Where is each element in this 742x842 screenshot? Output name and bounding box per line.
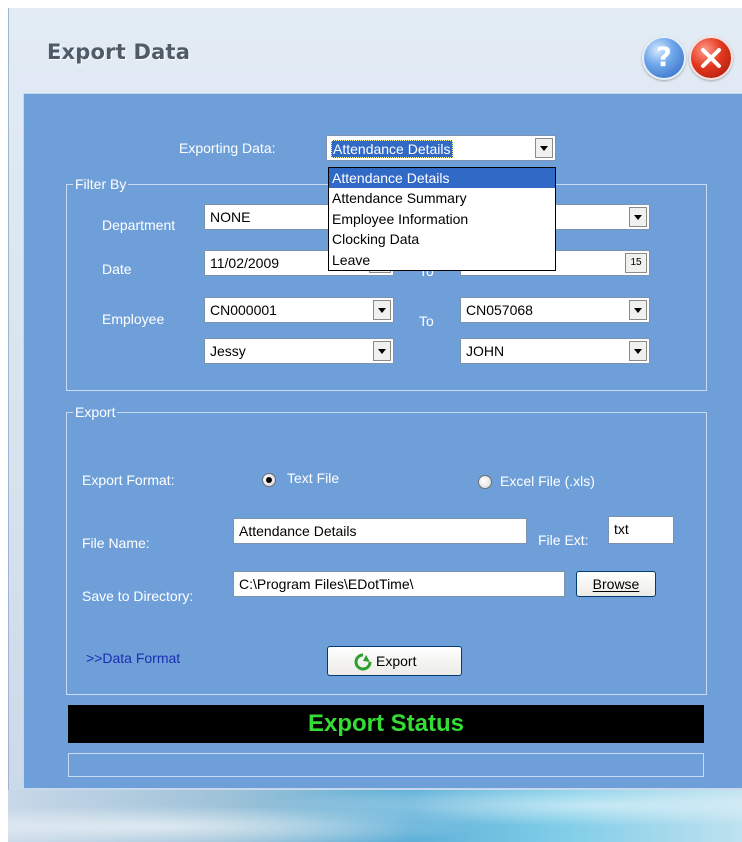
text-file-radio[interactable] xyxy=(262,473,276,487)
browse-button[interactable]: Browse xyxy=(576,571,656,597)
calendar-icon[interactable]: 15 xyxy=(625,253,647,273)
excel-file-radio[interactable] xyxy=(478,475,492,489)
close-icon[interactable] xyxy=(689,36,733,80)
file-ext-value: txt xyxy=(614,521,629,537)
export-refresh-icon xyxy=(354,653,372,671)
dropdown-option[interactable]: Leave xyxy=(329,250,555,270)
exporting-data-dropdown[interactable]: Attendance Details Attendance Summary Em… xyxy=(328,167,556,271)
employee-to-id-select[interactable]: CN057068 xyxy=(460,297,650,323)
window-title: Export Data xyxy=(47,40,191,64)
exporting-data-value: Attendance Details xyxy=(331,140,453,158)
employee-to-name-select[interactable]: JOHN xyxy=(460,338,650,364)
employee-to-id-value: CN057068 xyxy=(466,302,533,318)
exporting-data-label: Exporting Data: xyxy=(179,140,276,156)
employee-from-id-select[interactable]: CN000001 xyxy=(204,297,394,323)
export-button-label: Export xyxy=(376,653,417,669)
employee-from-name-select[interactable]: Jessy xyxy=(204,338,394,364)
employee-label: Employee xyxy=(102,311,165,327)
file-name-label: File Name: xyxy=(82,535,150,551)
dropdown-option[interactable]: Attendance Summary xyxy=(329,188,555,208)
save-directory-label: Save to Directory: xyxy=(82,588,194,604)
dropdown-option[interactable]: Attendance Details xyxy=(329,168,555,189)
dropdown-arrow-icon[interactable] xyxy=(629,207,647,227)
employee-from-id-value: CN000001 xyxy=(210,302,277,318)
dropdown-option[interactable]: Clocking Data xyxy=(329,229,555,249)
dropdown-arrow-icon[interactable] xyxy=(373,300,391,320)
exporting-data-select[interactable]: Attendance Details xyxy=(326,135,556,161)
dropdown-arrow-icon[interactable] xyxy=(629,341,647,361)
export-group-title: Export xyxy=(73,404,118,420)
help-icon[interactable]: ? xyxy=(642,36,686,80)
department-label: Department xyxy=(102,217,176,233)
date-label: Date xyxy=(102,261,132,277)
dropdown-arrow-icon[interactable] xyxy=(629,300,647,320)
dropdown-option[interactable]: Employee Information xyxy=(329,209,555,229)
file-name-input[interactable]: Attendance Details xyxy=(233,518,527,544)
browse-button-label: Browse xyxy=(592,576,640,592)
dropdown-arrow-icon[interactable] xyxy=(373,341,391,361)
file-name-value: Attendance Details xyxy=(239,523,357,539)
export-status-bar: Export Status xyxy=(68,705,704,743)
dropdown-arrow-icon[interactable] xyxy=(535,138,553,158)
decorative-footer xyxy=(8,790,742,842)
file-ext-label: File Ext: xyxy=(538,532,589,548)
date-from-value: 11/02/2009 xyxy=(210,255,280,271)
employee-to-name-value: JOHN xyxy=(466,343,505,359)
save-directory-input[interactable]: C:\Program Files\EDotTime\ xyxy=(233,571,565,597)
export-progress-bar xyxy=(68,753,704,777)
filter-group-title: Filter By xyxy=(73,176,129,192)
employee-from-name-value: Jessy xyxy=(210,343,246,359)
export-button[interactable]: Export xyxy=(327,646,462,676)
file-ext-input[interactable]: txt xyxy=(608,516,674,544)
excel-file-label[interactable]: Excel File (.xls) xyxy=(500,473,595,489)
text-file-label[interactable]: Text File xyxy=(287,470,339,486)
data-format-link[interactable]: >>Data Format xyxy=(86,650,180,666)
employee-to-label: To xyxy=(419,313,434,329)
save-directory-value: C:\Program Files\EDotTime\ xyxy=(239,576,414,592)
export-status-text: Export Status xyxy=(307,710,465,737)
export-format-label: Export Format: xyxy=(82,472,175,488)
department-from-value: NONE xyxy=(210,209,251,225)
